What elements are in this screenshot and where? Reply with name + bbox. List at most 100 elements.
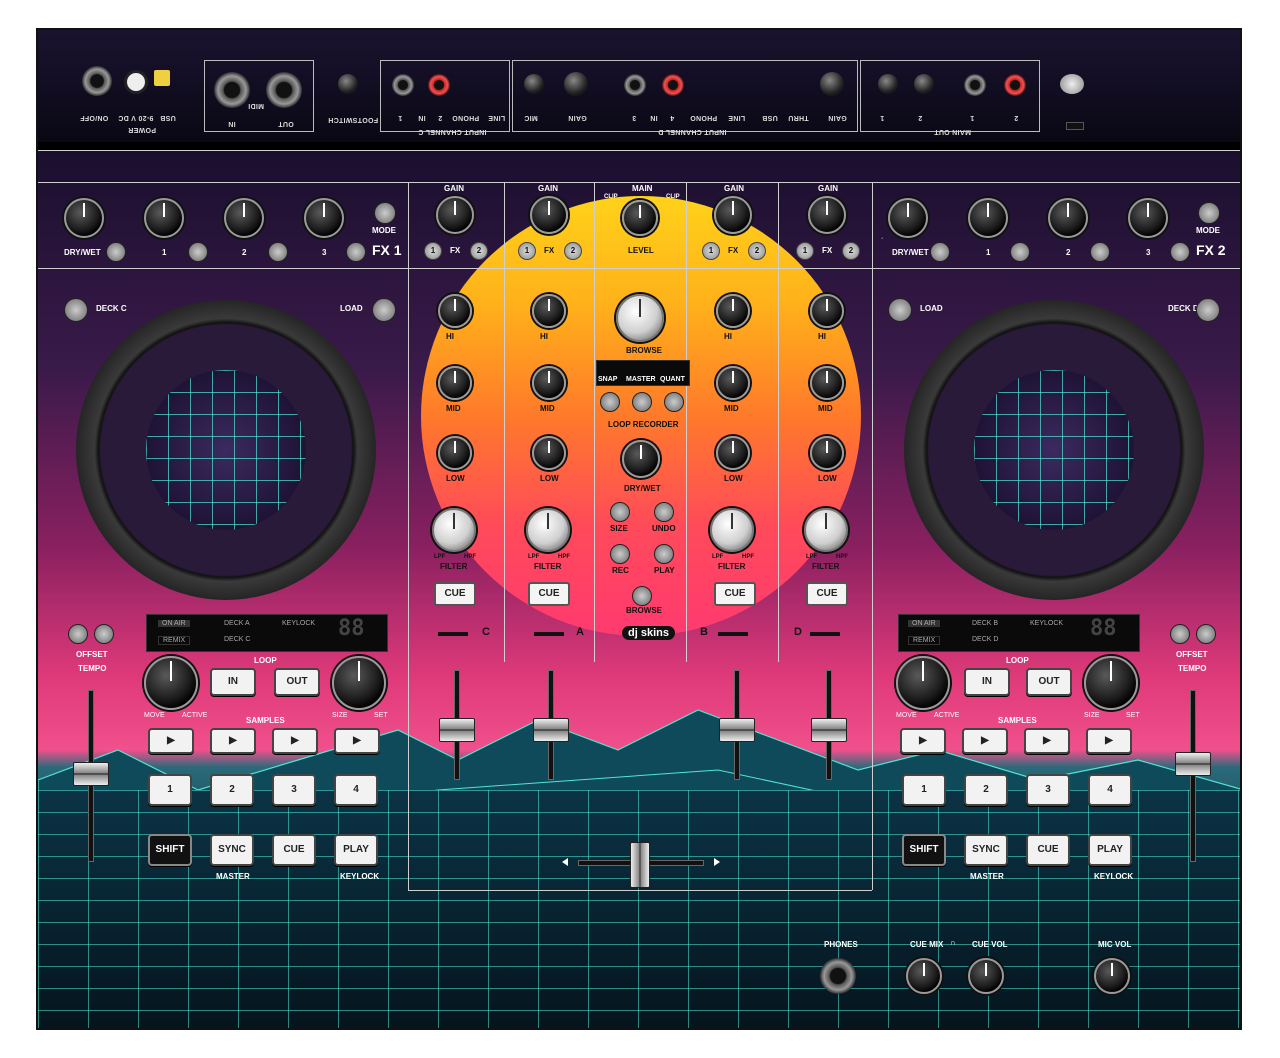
channel-fader-d[interactable] [811, 718, 847, 742]
filter-knob-b[interactable] [710, 508, 754, 552]
cue-button-c[interactable]: CUE [434, 582, 476, 606]
tempo-fader-left[interactable] [73, 762, 109, 786]
fx1-assign-a-button[interactable]: 1 [518, 242, 536, 260]
filter-knob-d[interactable] [804, 508, 848, 552]
shift-button-right[interactable]: SHIFT [902, 834, 946, 866]
fx1-assign-b-button[interactable]: 1 [702, 242, 720, 260]
hotcue-pad-4-right[interactable]: 4 [1088, 774, 1132, 806]
offset-plus-button-left[interactable] [94, 624, 114, 644]
fx1-button-3[interactable] [346, 242, 366, 262]
fx2-knob-1[interactable] [968, 198, 1008, 238]
eq-low-knob-b[interactable] [716, 436, 750, 470]
fx1-knob-2[interactable] [224, 198, 264, 238]
gain-knob-d[interactable] [808, 196, 846, 234]
mic-vol-knob[interactable] [1094, 958, 1130, 994]
power-switch-icon[interactable] [82, 66, 112, 96]
loop-size-encoder-right[interactable] [1084, 656, 1138, 710]
deck-c-button[interactable] [64, 298, 88, 322]
headphone-browse-icon[interactable] [632, 586, 652, 606]
gain-knob-c[interactable] [436, 196, 474, 234]
channel-fader-a[interactable] [533, 718, 569, 742]
fx2-drywet-knob[interactable] [888, 198, 928, 238]
offset-minus-button-right[interactable] [1170, 624, 1190, 644]
hotcue-pad-1-right[interactable]: 1 [902, 774, 946, 806]
cue-mix-knob[interactable] [906, 958, 942, 994]
jog-wheel-center-left[interactable] [146, 370, 306, 530]
undo-button[interactable] [654, 502, 674, 522]
jog-wheel-center-right[interactable] [974, 370, 1134, 530]
filter-knob-c[interactable] [432, 508, 476, 552]
play-button-left[interactable]: PLAY [334, 834, 378, 866]
fx2-knob-2[interactable] [1048, 198, 1088, 238]
eq-mid-knob-d[interactable] [810, 366, 844, 400]
sample-pad-4-left[interactable]: ▶ [334, 728, 380, 754]
hotcue-pad-2-left[interactable]: 2 [210, 774, 254, 806]
fx1-knob-1[interactable] [144, 198, 184, 238]
gain-knob-a[interactable] [530, 196, 568, 234]
cue-button-d[interactable]: CUE [806, 582, 848, 606]
channel-fader-b[interactable] [719, 718, 755, 742]
hotcue-pad-4-left[interactable]: 4 [334, 774, 378, 806]
load-button-right[interactable] [888, 298, 912, 322]
fx1-knob-3[interactable] [304, 198, 344, 238]
loop-recorder-drywet-knob[interactable] [622, 440, 660, 478]
shift-button-left[interactable]: SHIFT [148, 834, 192, 866]
fx1-drywet-knob[interactable] [64, 198, 104, 238]
loop-move-encoder-left[interactable] [144, 656, 198, 710]
channel-fader-c[interactable] [439, 718, 475, 742]
fx1-button-drywet[interactable] [106, 242, 126, 262]
fx1-button-1[interactable] [188, 242, 208, 262]
loop-out-button-left[interactable]: OUT [274, 668, 320, 696]
master-button[interactable] [632, 392, 652, 412]
sample-pad-2-left[interactable]: ▶ [210, 728, 256, 754]
deck-d-button[interactable] [1196, 298, 1220, 322]
eq-mid-knob-a[interactable] [532, 366, 566, 400]
eq-hi-knob-a[interactable] [532, 294, 566, 328]
size-button[interactable] [610, 502, 630, 522]
loop-size-encoder-left[interactable] [332, 656, 386, 710]
cue-button-a[interactable]: CUE [528, 582, 570, 606]
play-button[interactable] [654, 544, 674, 564]
hotcue-pad-3-right[interactable]: 3 [1026, 774, 1070, 806]
cue-button-right[interactable]: CUE [1026, 834, 1070, 866]
hotcue-pad-3-left[interactable]: 3 [272, 774, 316, 806]
loop-out-button-right[interactable]: OUT [1026, 668, 1072, 696]
fx2-assign-a-button[interactable]: 2 [564, 242, 582, 260]
offset-minus-button-left[interactable] [68, 624, 88, 644]
snap-button[interactable] [600, 392, 620, 412]
sample-pad-4-right[interactable]: ▶ [1086, 728, 1132, 754]
eq-hi-knob-b[interactable] [716, 294, 750, 328]
eq-hi-knob-d[interactable] [810, 294, 844, 328]
fx2-button-drywet[interactable] [930, 242, 950, 262]
quant-button[interactable] [664, 392, 684, 412]
fx1-assign-c-button[interactable]: 1 [424, 242, 442, 260]
fx2-mode-button[interactable] [1198, 202, 1220, 224]
tempo-fader-right[interactable] [1175, 752, 1211, 776]
hotcue-pad-2-right[interactable]: 2 [964, 774, 1008, 806]
fx2-button-1[interactable] [1010, 242, 1030, 262]
loop-in-button-right[interactable]: IN [964, 668, 1010, 696]
sample-pad-1-right[interactable]: ▶ [900, 728, 946, 754]
sync-button-left[interactable]: SYNC [210, 834, 254, 866]
fx2-button-2[interactable] [1090, 242, 1110, 262]
main-level-knob[interactable] [622, 200, 658, 236]
fx1-mode-button[interactable] [374, 202, 396, 224]
offset-plus-button-right[interactable] [1196, 624, 1216, 644]
filter-knob-a[interactable] [526, 508, 570, 552]
cue-vol-knob[interactable] [968, 958, 1004, 994]
mic-gain-knob[interactable] [564, 72, 588, 96]
fx1-button-2[interactable] [268, 242, 288, 262]
sync-button-right[interactable]: SYNC [964, 834, 1008, 866]
fx1-assign-d-button[interactable]: 1 [796, 242, 814, 260]
sample-pad-3-left[interactable]: ▶ [272, 728, 318, 754]
cue-button-left[interactable]: CUE [272, 834, 316, 866]
load-button-left[interactable] [372, 298, 396, 322]
fx2-knob-3[interactable] [1128, 198, 1168, 238]
browse-encoder[interactable] [616, 294, 664, 342]
fx2-button-3[interactable] [1170, 242, 1190, 262]
eq-low-knob-a[interactable] [532, 436, 566, 470]
loop-in-button-left[interactable]: IN [210, 668, 256, 696]
sample-pad-3-right[interactable]: ▶ [1024, 728, 1070, 754]
loop-move-encoder-right[interactable] [896, 656, 950, 710]
fx2-assign-b-button[interactable]: 2 [748, 242, 766, 260]
